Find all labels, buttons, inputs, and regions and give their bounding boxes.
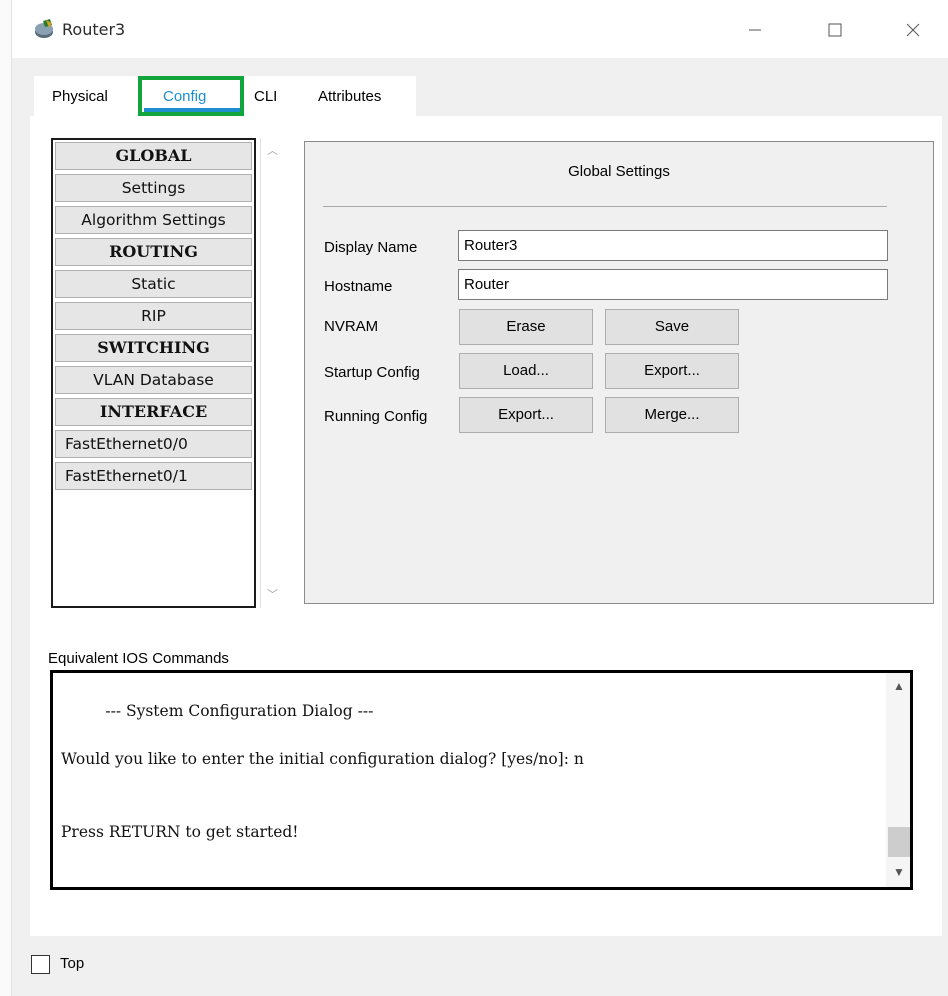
tab-attributes[interactable]: Attributes <box>318 88 381 105</box>
ios-line: Press RETURN to get started! <box>61 823 299 841</box>
display-name-label: Display Name <box>324 239 418 256</box>
scroll-down-icon[interactable]: ▼ <box>893 865 905 879</box>
scrollbar-thumb[interactable] <box>888 827 910 857</box>
maximize-icon <box>828 23 842 37</box>
config-nav-list: GLOBAL Settings Algorithm Settings ROUTI… <box>51 138 256 608</box>
ios-commands-label: Equivalent IOS Commands <box>48 650 229 667</box>
running-config-label: Running Config <box>324 408 428 425</box>
nav-item-fastethernet0-0[interactable]: FastEthernet0/0 <box>55 430 252 458</box>
tab-bar: Physical Config CLI Attributes <box>34 76 416 116</box>
minimize-icon <box>749 29 761 31</box>
ios-scrollbar[interactable]: ▲ ▼ <box>886 673 910 887</box>
nav-item-settings[interactable]: Settings <box>55 174 252 202</box>
top-checkbox-label: Top <box>60 955 85 972</box>
nav-header-switching: SWITCHING <box>55 334 252 362</box>
scroll-up-icon[interactable]: ▲ <box>893 679 905 693</box>
tab-cli[interactable]: CLI <box>254 88 277 105</box>
ios-commands-output[interactable]: --- System Configuration Dialog --- Woul… <box>50 670 913 890</box>
minimize-button[interactable] <box>732 10 778 50</box>
nvram-label: NVRAM <box>324 318 379 335</box>
hostname-field[interactable] <box>458 269 888 300</box>
divider <box>323 206 887 207</box>
nav-header-routing: ROUTING <box>55 238 252 266</box>
router-app-icon <box>34 19 56 39</box>
merge-button[interactable]: Merge... <box>605 397 739 433</box>
hostname-label: Hostname <box>324 278 393 295</box>
nav-header-interface: INTERFACE <box>55 398 252 426</box>
load-startup-button[interactable]: Load... <box>459 353 593 389</box>
display-name-field[interactable] <box>458 230 888 261</box>
top-checkbox[interactable] <box>31 955 50 974</box>
nav-item-static[interactable]: Static <box>55 270 252 298</box>
save-button[interactable]: Save <box>605 309 739 345</box>
scroll-up-icon[interactable]: ︿ <box>267 142 278 158</box>
close-button[interactable] <box>890 10 936 50</box>
nav-item-fastethernet0-1[interactable]: FastEthernet0/1 <box>55 462 252 490</box>
title-bar: Router3 <box>12 0 948 58</box>
nav-item-vlan-database[interactable]: VLAN Database <box>55 366 252 394</box>
export-startup-button[interactable]: Export... <box>605 353 739 389</box>
global-settings-title: Global Settings <box>568 163 670 180</box>
startup-config-label: Startup Config <box>324 364 420 381</box>
router-config-window: Router3 Physical Config CLI Attributes G… <box>0 0 948 996</box>
export-running-button[interactable]: Export... <box>459 397 593 433</box>
nav-header-global: GLOBAL <box>55 142 252 170</box>
scroll-down-icon[interactable]: ﹀ <box>267 586 278 602</box>
ios-line: --- System Configuration Dialog --- <box>61 702 374 720</box>
tab-config[interactable]: Config <box>138 76 244 116</box>
close-icon <box>906 23 920 37</box>
window-title: Router3 <box>62 20 126 39</box>
tab-config-label: Config <box>163 88 207 105</box>
window-edge <box>0 0 12 996</box>
nav-item-algorithm-settings[interactable]: Algorithm Settings <box>55 206 252 234</box>
tab-physical[interactable]: Physical <box>52 88 108 105</box>
maximize-button[interactable] <box>812 10 858 50</box>
erase-button[interactable]: Erase <box>459 309 593 345</box>
config-content: GLOBAL Settings Algorithm Settings ROUTI… <box>30 116 942 936</box>
nav-scrollbar[interactable]: ︿ ﹀ <box>260 138 284 608</box>
global-settings-panel: Global Settings Display Name Hostname NV… <box>304 141 934 604</box>
ios-line: Would you like to enter the initial conf… <box>61 750 584 768</box>
active-tab-indicator <box>144 108 240 112</box>
nav-item-rip[interactable]: RIP <box>55 302 252 330</box>
